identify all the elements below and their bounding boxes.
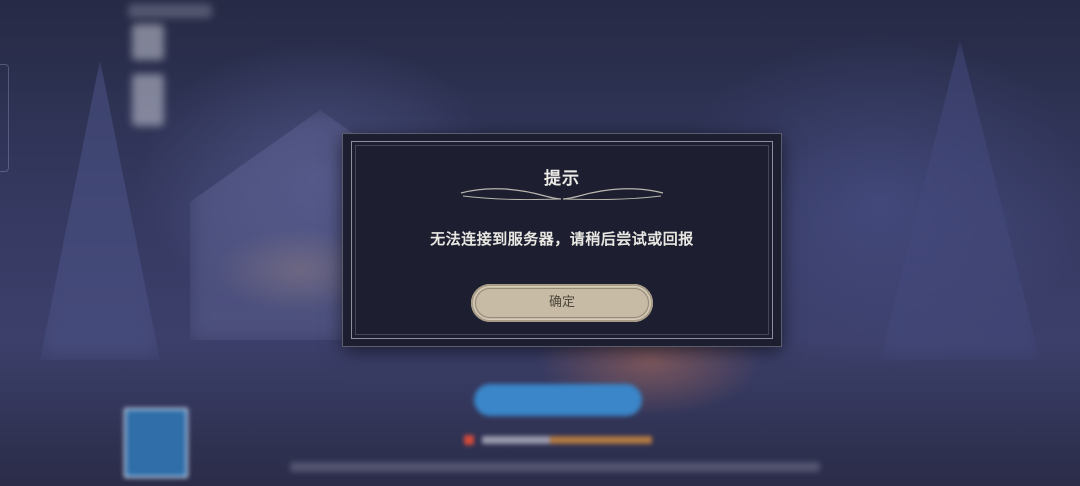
blurred-agreement-row bbox=[464, 432, 654, 450]
background-tree bbox=[880, 40, 1040, 360]
alert-dialog: 提示 无法连接到服务器，请稍后尝试或回报 确定 bbox=[343, 134, 781, 346]
confirm-button[interactable]: 确定 bbox=[471, 284, 653, 322]
blurred-side-button bbox=[132, 24, 164, 60]
blurred-checkbox bbox=[464, 435, 474, 445]
blurred-side-button bbox=[132, 74, 164, 126]
side-panel-tab bbox=[0, 64, 9, 172]
blurred-agreement-text bbox=[482, 436, 652, 444]
blurred-footer-text bbox=[290, 462, 820, 472]
blurred-logo-text bbox=[128, 4, 212, 18]
confirm-button-label: 确定 bbox=[548, 295, 575, 310]
blurred-start-button bbox=[474, 384, 642, 416]
ornament-divider-icon bbox=[460, 188, 664, 200]
blurred-age-rating-badge bbox=[124, 408, 188, 478]
dialog-message: 无法连接到服务器，请稍后尝试或回报 bbox=[430, 230, 694, 248]
